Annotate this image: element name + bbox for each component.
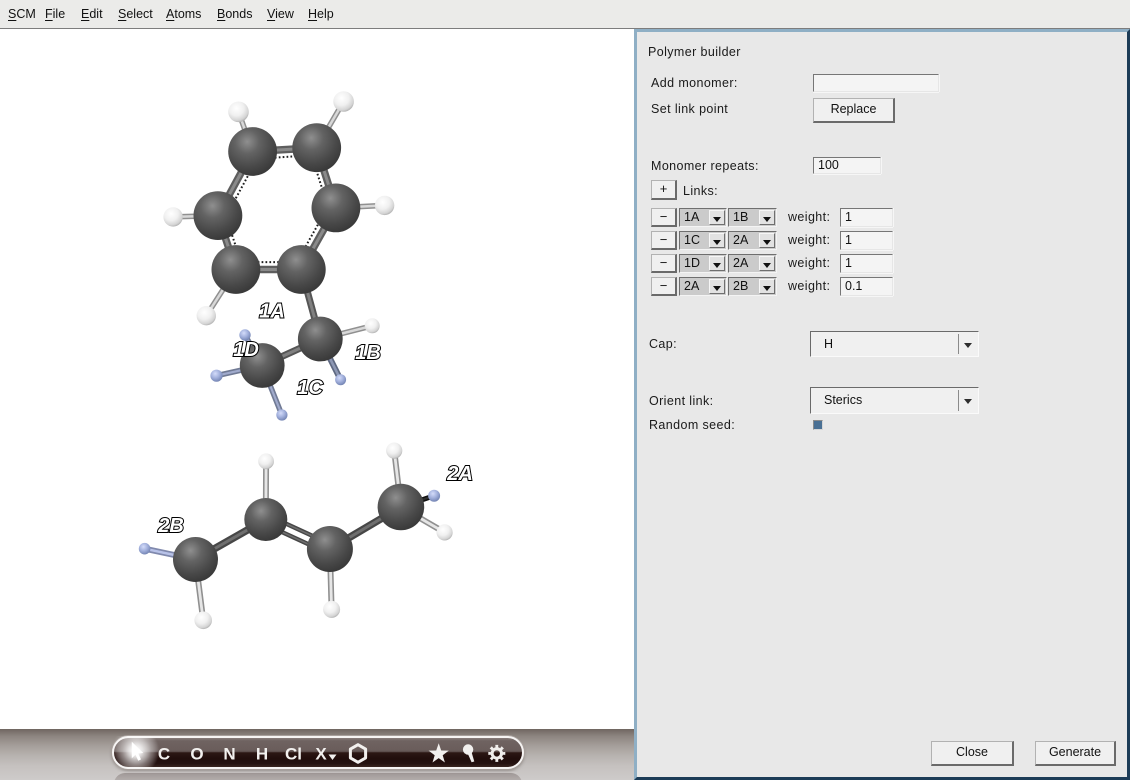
svg-text:O: O xyxy=(190,745,203,764)
svg-text:1B: 1B xyxy=(355,342,381,364)
svg-text:2B: 2B xyxy=(157,515,184,537)
svg-text:1A: 1A xyxy=(259,301,285,323)
svg-text:1D: 1D xyxy=(233,339,259,361)
svg-text:Cl: Cl xyxy=(285,745,302,764)
svg-text:C: C xyxy=(158,745,170,764)
svg-text:2A: 2A xyxy=(446,463,473,485)
svg-text:N: N xyxy=(223,745,235,764)
svg-text:X: X xyxy=(315,745,327,764)
svg-text:1C: 1C xyxy=(297,377,323,399)
svg-text:H: H xyxy=(256,745,268,764)
